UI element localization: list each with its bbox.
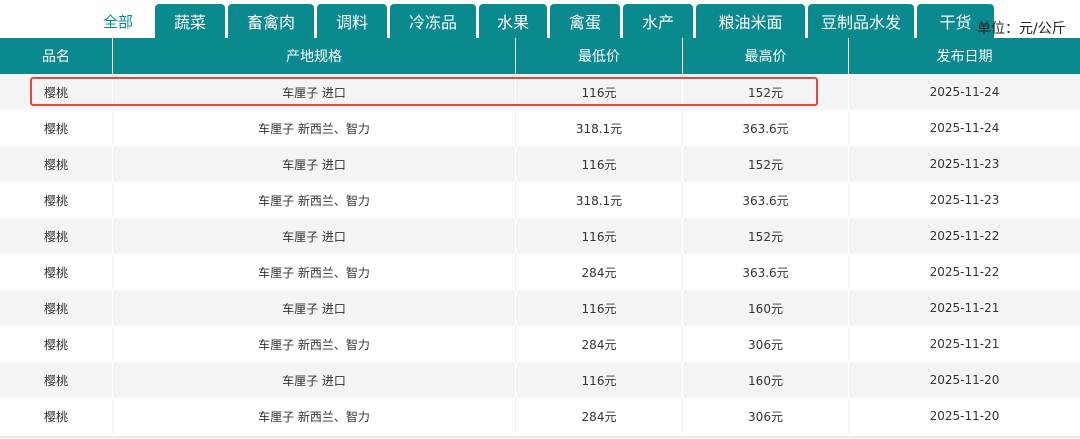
tab-seasonings[interactable]: 调料 — [317, 4, 387, 38]
header-origin-spec: 产地规格 — [113, 38, 516, 74]
cell-product-name: 樱桃 — [0, 290, 113, 326]
cell-min-price: 284元 — [516, 326, 683, 362]
cell-min-price: 116元 — [516, 362, 683, 398]
cell-product-name: 樱桃 — [0, 146, 113, 182]
cell-product-name: 樱桃 — [0, 182, 113, 218]
header-max-price: 最高价 — [683, 38, 849, 74]
unit-label: 单位：元/公斤 — [977, 21, 1066, 37]
tab-meat-poultry[interactable]: 畜禽肉 — [228, 4, 314, 38]
table-row: 樱桃 车厘子 新西兰、智力 284元 363.6元 2025-11-22 — [0, 254, 1080, 290]
cell-min-price: 116元 — [516, 146, 683, 182]
cell-max-price: 152元 — [683, 146, 849, 182]
cell-origin-spec: 车厘子 新西兰、智力 — [113, 182, 516, 218]
tab-all[interactable]: 全部 — [103, 11, 133, 32]
table-row: 樱桃 车厘子 进口 116元 160元 2025-11-21 — [0, 290, 1080, 326]
table-row: 樱桃 车厘子 新西兰、智力 284元 306元 2025-11-20 — [0, 398, 1080, 434]
table-row: 樱桃 车厘子 新西兰、智力 318.1元 363.6元 2025-11-23 — [0, 182, 1080, 218]
tab-aquatic[interactable]: 水产 — [623, 4, 693, 38]
tab-fruits[interactable]: 水果 — [479, 4, 547, 38]
table-row: 樱桃 车厘子 新西兰、智力 318.1元 363.6元 2025-11-24 — [0, 110, 1080, 146]
tab-vegetables[interactable]: 蔬菜 — [155, 4, 225, 38]
cell-max-price: 152元 — [683, 218, 849, 254]
cell-product-name: 樱桃 — [0, 362, 113, 398]
cell-product-name: 樱桃 — [0, 218, 113, 254]
cell-max-price: 363.6元 — [683, 254, 849, 290]
cell-publish-date: 2025-11-23 — [929, 157, 1000, 171]
cell-origin-spec: 车厘子 新西兰、智力 — [113, 254, 516, 290]
cell-origin-spec: 车厘子 新西兰、智力 — [113, 110, 516, 146]
cell-publish-date: 2025-11-24 — [929, 85, 1000, 99]
category-tab-bar: 全部 蔬菜 畜禽肉 调料 冷冻品 水果 禽蛋 水产 粮油米面 豆制品水发 干货 … — [0, 0, 1080, 38]
header-publish-date: 发布日期 — [936, 49, 993, 65]
cell-publish-date: 2025-11-22 — [929, 229, 1000, 243]
cell-min-price: 116元 — [516, 218, 683, 254]
cell-product-name: 樱桃 — [0, 74, 113, 110]
cell-publish-date: 2025-11-20 — [929, 409, 1000, 423]
header-min-price: 最低价 — [516, 38, 683, 74]
cell-origin-spec: 车厘子 进口 — [113, 218, 516, 254]
cell-min-price: 116元 — [516, 290, 683, 326]
cell-origin-spec: 车厘子 新西兰、智力 — [113, 326, 516, 362]
cell-min-price: 284元 — [516, 254, 683, 290]
cell-max-price: 306元 — [683, 398, 849, 434]
cell-max-price: 306元 — [683, 326, 849, 362]
cell-publish-date: 2025-11-21 — [929, 301, 1000, 315]
cell-max-price: 363.6元 — [683, 182, 849, 218]
table-row: 樱桃 车厘子 新西兰、智力 284元 306元 2025-11-21 — [0, 326, 1080, 362]
table-bottom-divider — [0, 436, 1080, 438]
cell-origin-spec: 车厘子 进口 — [113, 362, 516, 398]
cell-product-name: 樱桃 — [0, 110, 113, 146]
cell-max-price: 160元 — [683, 362, 849, 398]
tab-frozen[interactable]: 冷冻品 — [390, 4, 476, 38]
table-row: 樱桃 车厘子 进口 116元 152元 2025-11-23 — [0, 146, 1080, 182]
cell-min-price: 284元 — [516, 398, 683, 434]
table-row: 樱桃 车厘子 进口 116元 152元 2025-11-24 — [0, 74, 1080, 110]
cell-publish-date: 2025-11-22 — [929, 265, 1000, 279]
cell-min-price: 318.1元 — [516, 182, 683, 218]
table-header: 品名 产地规格 最低价 最高价 发布日期 — [0, 38, 1080, 74]
cell-origin-spec: 车厘子 进口 — [113, 146, 516, 182]
cell-publish-date: 2025-11-23 — [929, 193, 1000, 207]
cell-max-price: 363.6元 — [683, 110, 849, 146]
tab-grain-oil[interactable]: 粮油米面 — [696, 4, 805, 38]
cell-publish-date: 2025-11-21 — [929, 337, 1000, 351]
tab-soy-products[interactable]: 豆制品水发 — [808, 4, 914, 38]
cell-max-price: 152元 — [683, 74, 849, 110]
cell-origin-spec: 车厘子 进口 — [113, 74, 516, 110]
table-row: 樱桃 车厘子 进口 116元 160元 2025-11-20 — [0, 362, 1080, 398]
cell-product-name: 樱桃 — [0, 398, 113, 434]
cell-publish-date: 2025-11-20 — [929, 373, 1000, 387]
cell-min-price: 116元 — [516, 74, 683, 110]
cell-product-name: 樱桃 — [0, 254, 113, 290]
table-row: 樱桃 车厘子 进口 116元 152元 2025-11-22 — [0, 218, 1080, 254]
tab-eggs[interactable]: 禽蛋 — [550, 4, 620, 38]
header-product-name: 品名 — [0, 38, 113, 74]
cell-max-price: 160元 — [683, 290, 849, 326]
cell-origin-spec: 车厘子 进口 — [113, 290, 516, 326]
cell-publish-date: 2025-11-24 — [929, 121, 1000, 135]
cell-product-name: 樱桃 — [0, 326, 113, 362]
cell-min-price: 318.1元 — [516, 110, 683, 146]
cell-origin-spec: 车厘子 新西兰、智力 — [113, 398, 516, 434]
